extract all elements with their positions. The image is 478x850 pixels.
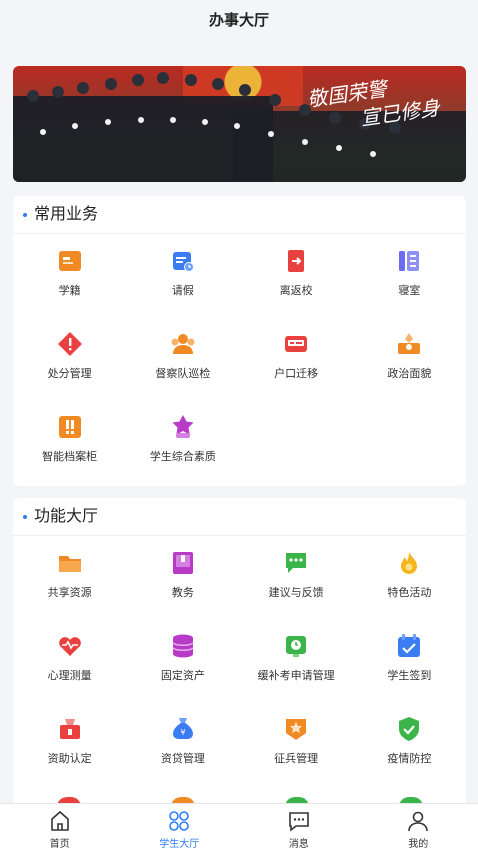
- service-dorm[interactable]: 寝室: [353, 242, 466, 325]
- tab-label: 消息: [288, 839, 309, 850]
- title-dot: [23, 212, 27, 217]
- folder-icon: [58, 556, 81, 572]
- tab-student-hall[interactable]: 学生大厅: [120, 804, 240, 850]
- service-label: 请假: [171, 285, 194, 297]
- service-leave[interactable]: 请假: [126, 242, 239, 325]
- function-label: 建议与反馈: [268, 587, 324, 599]
- service-political-status[interactable]: 政治面貌: [353, 325, 466, 408]
- dorm-list-icon: [399, 251, 420, 271]
- function-label: 征兵管理: [274, 753, 319, 765]
- service-label: 学生综合素质: [149, 451, 216, 463]
- tab-profile[interactable]: 我的: [359, 804, 478, 850]
- function-label: 学生签到: [387, 670, 432, 682]
- service-label: 智能档案柜: [42, 451, 98, 463]
- star-badge-icon: [172, 415, 194, 438]
- function-label: 缓补考申请管理: [257, 670, 335, 682]
- function-feedback[interactable]: 建议与反馈: [240, 544, 353, 627]
- function-special-activities[interactable]: 特色活动: [353, 544, 466, 627]
- party-badge-icon: [398, 333, 421, 354]
- service-label: 政治面貌: [387, 368, 432, 380]
- page-title: 办事大厅: [208, 12, 269, 29]
- common-services-header: 常用业务: [13, 196, 466, 234]
- function-label: 共享资源: [47, 587, 92, 599]
- user-icon: [408, 811, 429, 832]
- svg-text:¥: ¥: [180, 728, 185, 737]
- tab-label: 学生大厅: [159, 839, 200, 850]
- function-loan-management[interactable]: ¥ 资贷管理: [126, 710, 239, 793]
- service-label: 离返校: [279, 285, 313, 297]
- title-dot: [23, 514, 27, 519]
- tab-label: 首页: [49, 839, 70, 850]
- exam-clock-icon: [286, 636, 307, 657]
- function-hall-header: 功能大厅: [13, 498, 466, 536]
- money-bag-icon: ¥: [172, 718, 193, 739]
- student-card-icon: [58, 251, 81, 271]
- exit-door-icon: [288, 250, 305, 272]
- function-academic[interactable]: 教务: [126, 544, 239, 627]
- function-fixed-assets[interactable]: 固定资产: [126, 627, 239, 710]
- archive-cabinet-icon: [58, 416, 81, 438]
- id-card-icon: [285, 336, 308, 352]
- function-hall-title: 功能大厅: [34, 507, 99, 525]
- tab-label: 我的: [408, 839, 429, 850]
- function-makeup-exam[interactable]: 缓补考申请管理: [240, 627, 353, 710]
- service-student-record[interactable]: 学籍: [13, 242, 126, 325]
- message-icon: [288, 812, 309, 832]
- aid-box-icon: [59, 719, 80, 739]
- bottom-tab-bar: 首页 学生大厅 消息 我的: [0, 803, 478, 850]
- function-label: 资贷管理: [160, 753, 205, 765]
- service-household-transfer[interactable]: 户口迁移: [240, 325, 353, 408]
- common-services-card: 常用业务 学籍 请假 离返校 寝室 处分管理 督察队巡检 户口迁移 政治面貌 智…: [13, 196, 466, 486]
- function-student-checkin[interactable]: 学生签到: [353, 627, 466, 710]
- service-label: 督察队巡检: [155, 368, 211, 380]
- flame-icon: [401, 552, 418, 574]
- shield-check-icon: [399, 717, 420, 741]
- function-label: 固定资产: [160, 670, 205, 682]
- inspection-team-icon: [171, 334, 195, 354]
- tab-home[interactable]: 首页: [0, 804, 120, 850]
- function-hall-card: 功能大厅 共享资源 教务 建议与反馈 特色活动 心理测量 固定资产 缓补考申请管…: [13, 498, 466, 818]
- function-epidemic-control[interactable]: 疫情防控: [353, 710, 466, 793]
- home-icon: [50, 810, 69, 831]
- common-services-title: 常用业务: [34, 205, 99, 223]
- function-label: 疫情防控: [387, 753, 432, 765]
- book-icon: [172, 552, 193, 574]
- service-label: 寝室: [398, 285, 421, 297]
- function-aid-certification[interactable]: 资助认定: [13, 710, 126, 793]
- service-archive-cabinet[interactable]: 智能档案柜: [13, 408, 126, 491]
- function-label: 心理测量: [47, 670, 92, 682]
- function-label: 特色活动: [387, 587, 432, 599]
- calendar-clock-icon: [172, 252, 194, 272]
- function-shared-resources[interactable]: 共享资源: [13, 544, 126, 627]
- checkin-calendar-icon: [398, 634, 421, 657]
- function-conscription[interactable]: 征兵管理: [240, 710, 353, 793]
- service-label: 处分管理: [47, 368, 92, 380]
- function-label: 资助认定: [47, 753, 92, 765]
- page-header: 办事大厅: [0, 0, 478, 42]
- banner-image[interactable]: 敬国荣警 宣已修身: [13, 66, 466, 182]
- database-icon: [172, 634, 194, 658]
- chat-bubble-icon: [286, 553, 307, 573]
- service-label: 户口迁移: [274, 368, 319, 380]
- grid-icon: [169, 811, 190, 831]
- heart-pulse-icon: [58, 637, 81, 656]
- service-inspection[interactable]: 督察队巡检: [126, 325, 239, 408]
- tab-messages[interactable]: 消息: [239, 804, 359, 850]
- service-comprehensive-quality[interactable]: 学生综合素质: [126, 408, 239, 491]
- warning-diamond-icon: [57, 332, 82, 356]
- function-psych-test[interactable]: 心理测量: [13, 627, 126, 710]
- military-badge-icon: [286, 719, 307, 740]
- service-discipline[interactable]: 处分管理: [13, 325, 126, 408]
- service-label: 学籍: [58, 285, 81, 297]
- service-leave-return[interactable]: 离返校: [240, 242, 353, 325]
- function-label: 教务: [171, 587, 194, 599]
